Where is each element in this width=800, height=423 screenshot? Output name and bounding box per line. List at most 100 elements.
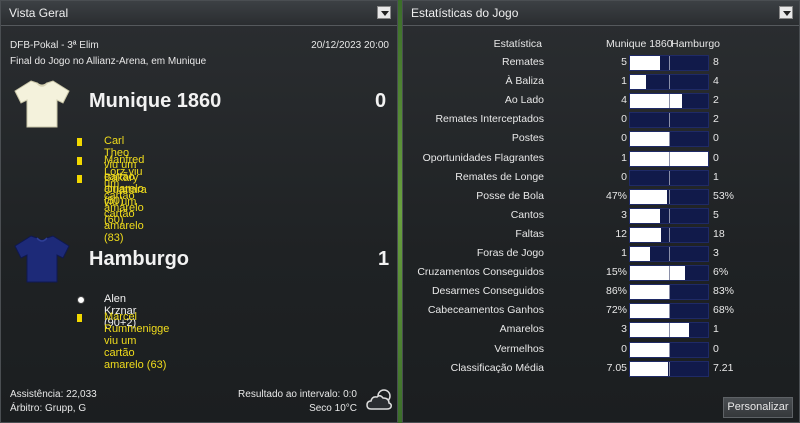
- stat-label: Desarmes Conseguidos: [431, 285, 544, 298]
- stat-row: Amarelos 3 1: [403, 321, 800, 340]
- stat-home-value: 12: [615, 227, 627, 240]
- stat-comparison-bar: [629, 303, 709, 320]
- stat-comparison-bar: [629, 188, 709, 205]
- stat-home-value: 0: [621, 170, 627, 183]
- match-stats-panel: Estatísticas do Jogo Estatística Munique…: [402, 0, 800, 423]
- stat-home-fill: [630, 247, 650, 261]
- overview-header: Vista Geral: [1, 1, 397, 26]
- event-text: Marcel Rummenigge viu um cartão amarelo …: [104, 311, 170, 371]
- stat-comparison-bar: [629, 246, 709, 262]
- stat-home-value: 1: [621, 151, 627, 164]
- stat-bar-midline: [669, 132, 670, 147]
- stat-row: Oportunidades Flagrantes 1 0: [403, 150, 800, 169]
- stat-away-value: 7.21: [713, 361, 734, 374]
- stat-bar-midline: [669, 75, 670, 90]
- stat-label: Faltas: [515, 227, 544, 240]
- stats-header: Estatísticas do Jogo: [403, 1, 799, 26]
- stat-home-fill: [630, 342, 669, 357]
- stat-home-value: 4: [621, 94, 627, 107]
- venue-label: Final do Jogo no Allianz-Arena, em Muniq…: [10, 56, 207, 67]
- overview-title: Vista Geral: [9, 6, 69, 20]
- yellow-card-icon: [77, 157, 82, 165]
- stat-home-value: 7.05: [606, 361, 627, 374]
- stat-home-value: 3: [621, 323, 627, 336]
- yellow-card-icon: [77, 138, 82, 146]
- stat-home-fill: [630, 361, 669, 376]
- stat-away-value: 0: [713, 342, 719, 355]
- stats-away-team-header: Hamburgo: [671, 38, 721, 50]
- stat-home-fill: [630, 285, 670, 300]
- stat-home-fill: [630, 323, 689, 338]
- stat-bar-midline: [669, 170, 670, 185]
- stat-bar-midline: [669, 151, 670, 166]
- stat-comparison-bar: [629, 112, 709, 129]
- stat-row: Ao Lado 4 2: [403, 92, 800, 111]
- stat-home-fill: [630, 94, 683, 109]
- stat-bar-midline: [669, 285, 670, 300]
- stat-bar-midline: [669, 189, 670, 204]
- stat-comparison-bar: [629, 169, 709, 186]
- stat-row: Vermelhos 0 0: [403, 341, 800, 360]
- stat-bar-midline: [669, 342, 670, 357]
- stat-label: Vermelhos: [494, 342, 544, 355]
- stats-menu-dropdown-icon[interactable]: [779, 6, 793, 19]
- stat-comparison-bar: [629, 265, 709, 282]
- customize-button[interactable]: Personalizar: [723, 397, 793, 418]
- stat-home-fill: [630, 75, 646, 90]
- stat-comparison-bar: [629, 360, 709, 377]
- stat-comparison-bar: [629, 74, 709, 91]
- stat-away-value: 18: [713, 227, 725, 240]
- stat-comparison-bar: [629, 55, 709, 71]
- away-shirt-icon: [14, 235, 70, 283]
- event-text: Bakary Ouattara viu um cartão amarelo (8…: [104, 172, 147, 244]
- home-team-name[interactable]: Munique 1860: [89, 90, 221, 113]
- cloud-sun-icon: [366, 389, 392, 410]
- stat-away-value: 1: [713, 170, 719, 183]
- stat-away-value: 5: [713, 208, 719, 221]
- stat-away-value: 2: [713, 113, 719, 126]
- yellow-card-icon: [77, 175, 82, 183]
- stat-label: Remates de Longe: [455, 170, 544, 183]
- stat-row: Postes 0 0: [403, 130, 800, 149]
- overview-menu-dropdown-icon[interactable]: [377, 6, 391, 19]
- stat-row: À Baliza 1 4: [403, 73, 800, 92]
- stat-bar-midline: [669, 304, 670, 319]
- stat-home-value: 3: [621, 208, 627, 221]
- stat-label: Foras de Jogo: [476, 247, 544, 259]
- stat-home-value: 0: [621, 132, 627, 145]
- stat-home-fill: [630, 56, 660, 70]
- stat-label: À Baliza: [505, 75, 544, 88]
- stat-label: Cabeceamentos Ganhos: [427, 304, 544, 317]
- stat-bar-midline: [669, 56, 670, 70]
- stat-row: Cantos 3 5: [403, 207, 800, 226]
- stat-home-value: 1: [621, 247, 627, 259]
- stat-bar-midline: [669, 361, 670, 376]
- stat-home-value: 15%: [605, 266, 627, 279]
- stat-bar-midline: [669, 266, 670, 281]
- goal-ball-icon: [77, 296, 85, 304]
- stats-home-team-header: Munique 1860: [606, 38, 673, 50]
- stats-title: Estatísticas do Jogo: [411, 6, 519, 20]
- stat-row: Desarmes Conseguidos 86% 83%: [403, 283, 800, 302]
- stat-away-value: 2: [713, 94, 719, 107]
- stat-label: Postes: [511, 132, 544, 145]
- stat-away-value: 8: [713, 56, 719, 68]
- competition-label: DFB-Pokal - 3ª Elim: [10, 40, 99, 51]
- away-team-name[interactable]: Hamburgo: [89, 248, 189, 271]
- match-datetime: 20/12/2023 20:00: [311, 40, 389, 51]
- stat-label: Oportunidades Flagrantes: [422, 151, 544, 164]
- stat-label: Remates: [501, 56, 544, 68]
- referee-label[interactable]: Árbitro: Grupp, G: [10, 403, 86, 414]
- yellow-card-icon: [77, 314, 82, 322]
- stat-away-value: 0: [713, 132, 719, 145]
- stat-bar-midline: [669, 113, 670, 128]
- stat-away-value: 0: [713, 151, 719, 164]
- stat-home-value: 0: [621, 113, 627, 126]
- stat-bar-midline: [669, 227, 670, 242]
- stat-bar-midline: [669, 94, 670, 109]
- stat-label: Classificação Média: [450, 361, 544, 374]
- stat-row: Classificação Média 7.05 7.21: [403, 360, 800, 379]
- stat-row: Remates de Longe 0 1: [403, 169, 800, 188]
- stat-row: Remates Interceptados 0 2: [403, 111, 800, 130]
- stat-row: Cabeceamentos Ganhos 72% 68%: [403, 302, 800, 321]
